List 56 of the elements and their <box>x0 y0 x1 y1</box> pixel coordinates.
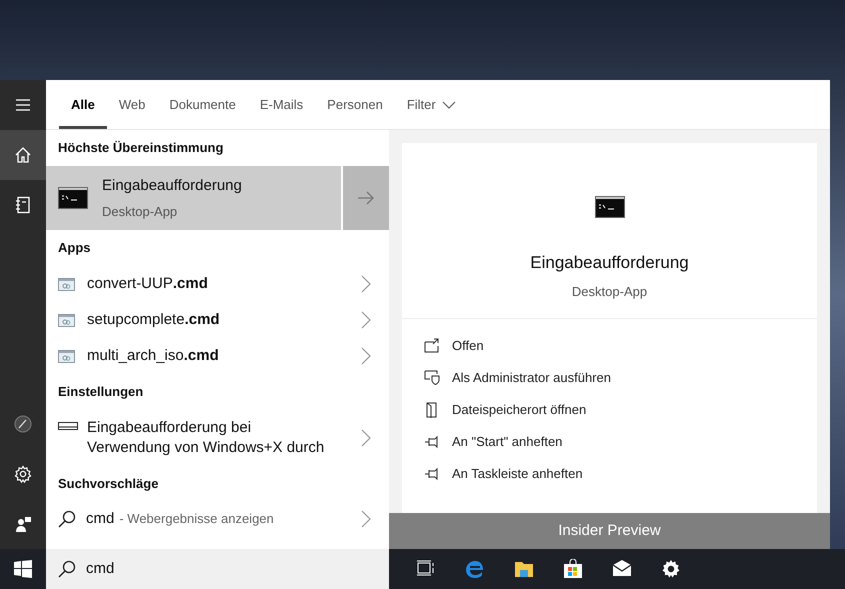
action-item[interactable]: An Taskleiste anheften <box>402 458 817 490</box>
pin-icon <box>424 466 440 482</box>
terminal-icon <box>58 187 88 209</box>
keyboard-icon <box>58 419 78 433</box>
app-result[interactable]: setupcomplete.cmd <box>46 302 389 338</box>
chevron-down-icon <box>442 100 456 108</box>
settings-result[interactable]: Eingabeaufforderung bei Verwendung von Windows+X durch <box>46 410 389 466</box>
app-type: Desktop-App <box>572 282 648 301</box>
pin-icon <box>424 434 440 450</box>
section-heading: Einstellungen <box>57 383 144 402</box>
action-item[interactable]: Offen <box>402 330 817 362</box>
chevron-right-icon <box>361 311 371 329</box>
tab[interactable]: Web <box>106 80 158 129</box>
section-heading: Höchste Übereinstimmung <box>57 139 224 158</box>
search-suggestion[interactable]: cmd - Webergebnisse anzeigen <box>46 502 389 536</box>
result-subtitle: Desktop-App <box>102 203 178 221</box>
app-result[interactable]: convert-UUP.cmd <box>46 266 389 302</box>
shield-icon <box>424 370 440 386</box>
chevron-right-icon <box>361 347 371 365</box>
script-file-icon <box>58 350 75 362</box>
chevron-right-icon <box>361 275 371 293</box>
insider-preview-banner: Insider Preview <box>389 513 830 549</box>
tab[interactable]: Personen <box>315 80 395 129</box>
app-title: Eingabeaufforderung <box>530 252 689 274</box>
settings-icon <box>14 465 32 483</box>
shopping-bag-icon <box>562 559 582 579</box>
folder-icon <box>514 559 534 579</box>
search-icon <box>58 560 76 578</box>
e-browser-icon <box>464 559 484 579</box>
chevron-right-icon <box>361 510 371 528</box>
home-icon <box>14 146 32 164</box>
envelope-icon <box>612 559 632 579</box>
app-result[interactable]: multi_arch_iso.cmd <box>46 338 389 374</box>
notebook-icon <box>14 196 32 214</box>
person-icon <box>14 515 32 533</box>
script-file-icon <box>58 278 75 290</box>
gear-icon <box>660 559 680 579</box>
open-window-icon <box>424 338 440 354</box>
search-input[interactable]: cmd <box>86 558 366 580</box>
arrow-right-icon <box>357 190 375 206</box>
tab[interactable]: Filter <box>394 80 468 129</box>
action-item[interactable]: Dateispeicherort öffnen <box>402 394 817 426</box>
script-file-icon <box>58 314 75 326</box>
pen-icon <box>14 415 32 433</box>
result-title: Eingabeaufforderung <box>102 176 242 196</box>
windows-logo-icon <box>14 560 32 578</box>
search-field[interactable]: cmd <box>46 549 389 589</box>
home-button[interactable] <box>0 130 46 180</box>
action-item[interactable]: An "Start" anheften <box>402 426 817 458</box>
section-heading: Apps <box>57 239 92 258</box>
action-item[interactable]: Als Administrator ausführen <box>402 362 817 394</box>
tab[interactable]: Dokumente <box>157 80 248 129</box>
search-icon <box>58 510 76 528</box>
chevron-right-icon <box>361 429 371 447</box>
section-heading: Suchvorschläge <box>57 475 160 494</box>
tab[interactable]: E-Mails <box>248 80 316 129</box>
